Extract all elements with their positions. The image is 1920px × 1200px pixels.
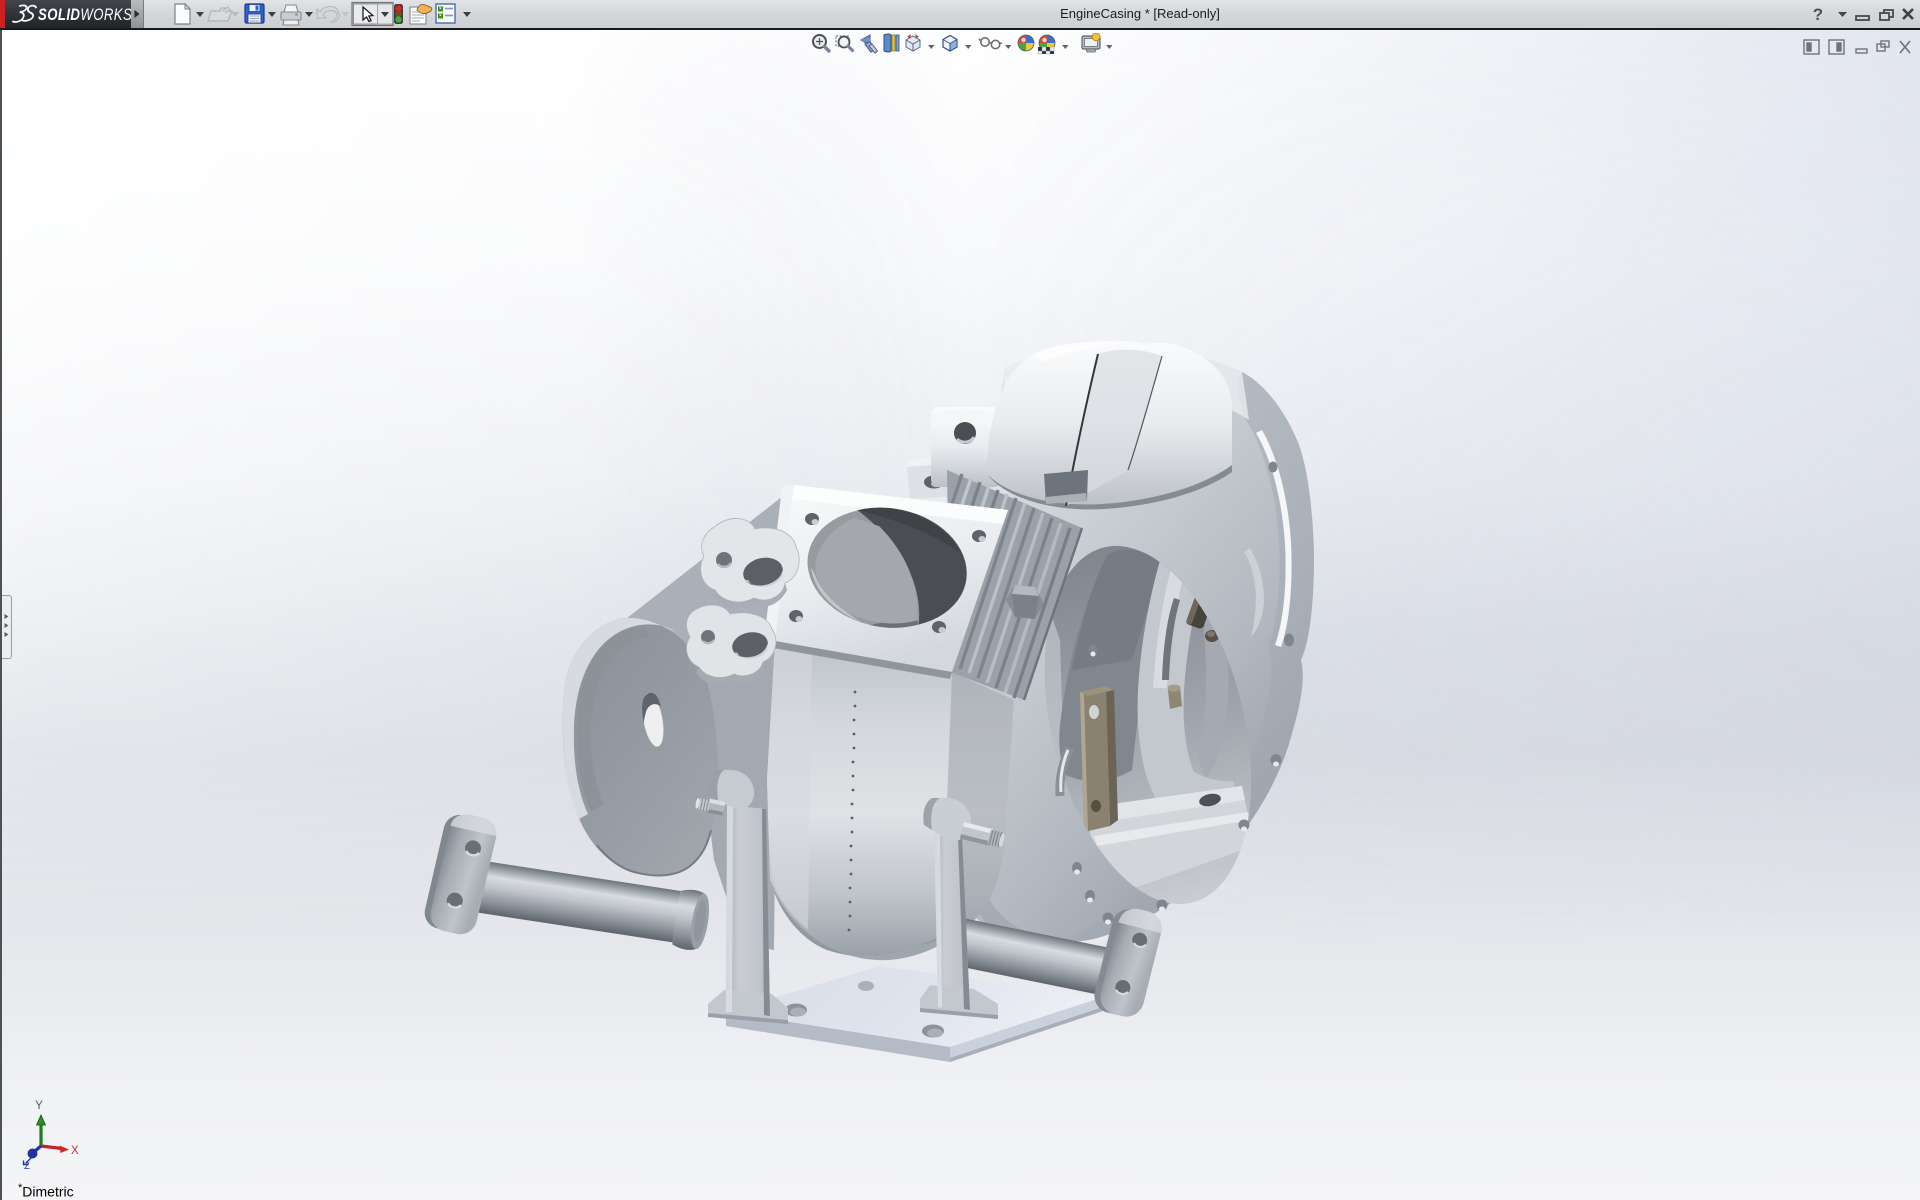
svg-text:?: ? [1813, 5, 1823, 24]
svg-text:X: X [71, 1145, 79, 1157]
svg-text:Y: Y [35, 1098, 43, 1112]
svg-text:Z: Z [24, 1161, 30, 1170]
